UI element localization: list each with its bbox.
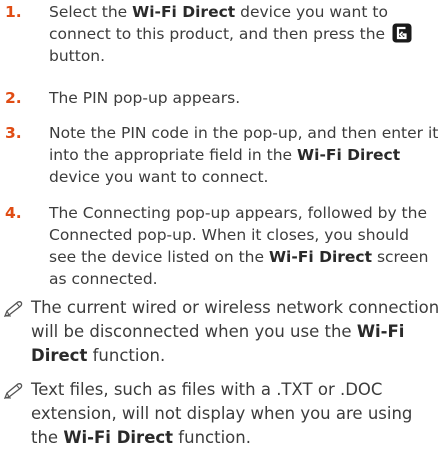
note-text: The current wired or wireless network co… bbox=[31, 296, 443, 368]
wifi-direct-term: Wi-Fi Direct bbox=[268, 248, 373, 266]
step-number: 1. bbox=[5, 3, 22, 21]
instruction-page: 1. Select the Wi-Fi Direct device you wa… bbox=[0, 0, 448, 458]
step-4: 4. The Connecting pop-up appears, follow… bbox=[0, 202, 448, 290]
step-number: 2. bbox=[5, 89, 22, 107]
note-text: Text files, such as files with a .TXT or… bbox=[31, 378, 443, 450]
step-3: 3. Note the PIN code in the pop-up, and … bbox=[0, 122, 448, 188]
enter-button-icon bbox=[392, 23, 412, 43]
note-2: Text files, such as files with a .TXT or… bbox=[0, 378, 448, 450]
step-text: Note the PIN code in the pop-up, and the… bbox=[49, 122, 441, 188]
step-text: Select the Wi-Fi Direct device you want … bbox=[49, 1, 441, 67]
note-text-part: function. bbox=[87, 346, 166, 365]
step-text-part: The PIN pop-up appears. bbox=[49, 89, 241, 107]
step-text-part: device you want to connect. bbox=[49, 168, 269, 186]
wifi-direct-term: Wi-Fi Direct bbox=[132, 3, 236, 21]
step-text: The PIN pop-up appears. bbox=[49, 87, 441, 109]
note-1: The current wired or wireless network co… bbox=[0, 296, 448, 368]
wifi-direct-term: Wi-Fi Direct bbox=[297, 146, 401, 164]
step-number: 3. bbox=[5, 124, 22, 142]
pencil-icon bbox=[3, 383, 23, 399]
step-text: The Connecting pop-up appears, followed … bbox=[49, 202, 441, 290]
step-text-part: Select the bbox=[49, 3, 133, 21]
pencil-icon bbox=[3, 301, 23, 317]
step-1: 1. Select the Wi-Fi Direct device you wa… bbox=[0, 1, 448, 67]
step-text-part: button. bbox=[49, 47, 106, 65]
step-2: 2. The PIN pop-up appears. bbox=[0, 87, 448, 109]
step-number: 4. bbox=[5, 204, 22, 222]
wifi-direct-term: Wi-Fi Direct bbox=[63, 428, 174, 447]
note-text-part: function. bbox=[173, 428, 251, 447]
